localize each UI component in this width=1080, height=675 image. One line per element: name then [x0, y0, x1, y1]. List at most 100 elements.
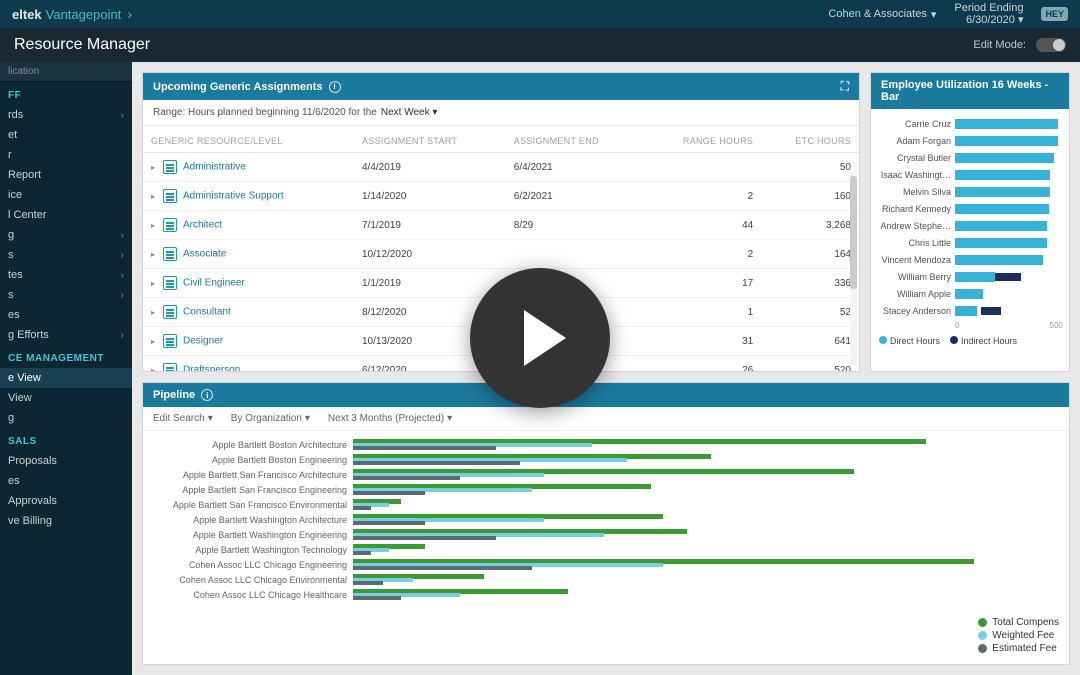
edit-mode-toggle[interactable] [1036, 38, 1066, 52]
brand-part-a: eltek [12, 7, 42, 22]
utilization-row: Chris Little [873, 234, 1065, 251]
resource-link[interactable]: Civil Engineer [183, 278, 245, 289]
table-row[interactable]: ▸Architect7/1/20198/29443,268 [143, 211, 859, 240]
resource-icon [163, 276, 177, 290]
resource-link[interactable]: Associate [183, 249, 226, 260]
edit-search-dropdown[interactable]: Edit Search ▾ [153, 413, 213, 424]
brand-part-b: Vantagepoint [46, 7, 122, 22]
resource-link[interactable]: Administrative [183, 162, 246, 173]
chevron-right-icon: › [121, 330, 124, 341]
expand-row-icon[interactable]: ▸ [151, 163, 155, 172]
utilization-row: Carrie Cruz [873, 115, 1065, 132]
sidebar-item[interactable]: es [0, 471, 132, 491]
sidebar-section-header: FF [0, 82, 132, 105]
expand-icon[interactable]: ⛶ [841, 79, 849, 94]
utilization-header: Employee Utilization 16 Weeks - Bar [871, 73, 1069, 109]
period-dropdown[interactable]: Next 3 Months (Projected) ▾ [328, 413, 452, 424]
expand-row-icon[interactable]: ▸ [151, 366, 155, 371]
chevron-right-icon: › [121, 270, 124, 281]
sidebar-item[interactable]: r [0, 145, 132, 165]
resource-icon [163, 247, 177, 261]
sidebar-item[interactable]: l Center [0, 205, 132, 225]
pipeline-title: Pipeline [153, 389, 195, 401]
resource-icon [163, 218, 177, 232]
table-row[interactable]: ▸Administrative4/4/20196/4/202150 [143, 153, 859, 182]
pipeline-row: Apple Bartlett Washington Engineering [143, 527, 1069, 542]
expand-row-icon[interactable]: ▸ [151, 221, 155, 230]
expand-row-icon[interactable]: ▸ [151, 279, 155, 288]
pipeline-row: Apple Bartlett Boston Architecture [143, 437, 1069, 452]
sidebar-item[interactable]: s› [0, 245, 132, 265]
utilization-row: Vincent Mendoza [873, 251, 1065, 268]
assignments-title: Upcoming Generic Assignments [153, 81, 323, 93]
assignments-range: Range: Hours planned beginning 11/6/2020… [143, 100, 859, 126]
expand-row-icon[interactable]: ▸ [151, 250, 155, 259]
resource-link[interactable]: Draftsperson [183, 365, 240, 371]
expand-row-icon[interactable]: ▸ [151, 308, 155, 317]
caret-down-icon: ▾ [931, 8, 937, 21]
sidebar-item[interactable]: ice [0, 185, 132, 205]
sidebar: lication FFrds›etr Reporticel Centerg›s›… [0, 62, 132, 675]
resource-icon [163, 305, 177, 319]
resource-link[interactable]: Consultant [183, 307, 231, 318]
pipeline-filters: Edit Search ▾ By Organization ▾ Next 3 M… [143, 407, 1069, 431]
info-icon[interactable]: i [201, 389, 213, 401]
play-button[interactable] [470, 268, 610, 408]
utilization-panel: Employee Utilization 16 Weeks - Bar Carr… [870, 72, 1070, 372]
expand-row-icon[interactable]: ▸ [151, 337, 155, 346]
range-dropdown[interactable]: Next Week ▾ [381, 107, 438, 118]
chevron-right-icon: › [121, 290, 124, 301]
sidebar-item[interactable]: et [0, 125, 132, 145]
scrollbar[interactable] [850, 176, 857, 365]
sidebar-item[interactable]: g [0, 408, 132, 428]
col-resource[interactable]: GENERIC RESOURCE/LEVEL [143, 126, 354, 153]
sidebar-item[interactable]: g› [0, 225, 132, 245]
col-start[interactable]: ASSIGNMENT START [354, 126, 506, 153]
table-row[interactable]: ▸Administrative Support1/14/20206/2/2021… [143, 182, 859, 211]
sidebar-item[interactable]: rds› [0, 105, 132, 125]
chevron-right-icon: › [121, 250, 124, 261]
pipeline-legend: Total Compens Weighted Fee Estimated Fee [978, 615, 1059, 656]
pipeline-row: Cohen Assoc LLC Chicago Healthcare [143, 587, 1069, 602]
resource-icon [163, 160, 177, 174]
utilization-row: Stacey Anderson [873, 302, 1065, 319]
col-end[interactable]: ASSIGNMENT END [506, 126, 644, 153]
hey-badge[interactable]: HEY [1041, 7, 1068, 21]
chevron-right-icon[interactable]: › [127, 6, 132, 22]
by-organization-dropdown[interactable]: By Organization ▾ [231, 413, 310, 424]
info-icon[interactable]: i [329, 81, 341, 93]
sidebar-item[interactable]: es [0, 305, 132, 325]
topbar: eltek Vantagepoint › Cohen & Associates … [0, 0, 1080, 28]
sidebar-item[interactable]: g Efforts› [0, 325, 132, 345]
sidebar-item[interactable]: e View [0, 368, 132, 388]
period-ending[interactable]: Period Ending 6/30/2020 ▾ [954, 2, 1023, 26]
table-row[interactable]: ▸Associate10/12/20202164 [143, 240, 859, 269]
col-range[interactable]: RANGE HOURS [644, 126, 762, 153]
resource-link[interactable]: Architect [183, 220, 222, 231]
sidebar-item[interactable]: s› [0, 285, 132, 305]
sidebar-item[interactable]: tes› [0, 265, 132, 285]
sidebar-search[interactable]: lication [0, 62, 132, 82]
utilization-legend: Direct Hours Indirect Hours [873, 330, 1065, 346]
utilization-row: Isaac Washingt… [873, 166, 1065, 183]
col-etc[interactable]: ETC HOURS [761, 126, 859, 153]
pipeline-row: Apple Bartlett San Francisco Environment… [143, 497, 1069, 512]
account-dropdown[interactable]: Cohen & Associates ▾ [828, 8, 936, 21]
resource-icon [163, 189, 177, 203]
sidebar-section-header: SALS [0, 428, 132, 451]
expand-row-icon[interactable]: ▸ [151, 192, 155, 201]
account-name: Cohen & Associates [828, 8, 926, 20]
sidebar-item[interactable]: View [0, 388, 132, 408]
pipeline-row: Apple Bartlett Washington Technology [143, 542, 1069, 557]
sidebar-item[interactable]: Approvals [0, 491, 132, 511]
sidebar-item[interactable]: Proposals [0, 451, 132, 471]
utilization-row: Andrew Stephe… [873, 217, 1065, 234]
resource-link[interactable]: Designer [183, 336, 223, 347]
edit-mode-label: Edit Mode: [973, 39, 1026, 51]
sidebar-item[interactable]: Report [0, 165, 132, 185]
pipeline-row: Apple Bartlett Washington Architecture [143, 512, 1069, 527]
resource-link[interactable]: Administrative Support [183, 191, 284, 202]
sidebar-item[interactable]: ve Billing [0, 511, 132, 531]
pipeline-panel: Pipeline i Edit Search ▾ By Organization… [142, 382, 1070, 665]
utilization-row: Crystal Butler [873, 149, 1065, 166]
